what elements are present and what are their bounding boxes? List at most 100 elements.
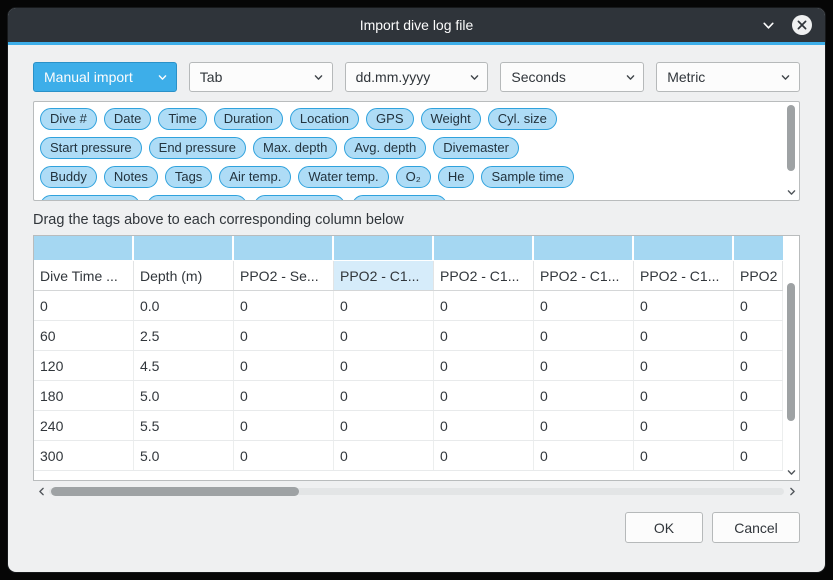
table-cell: 0.0	[134, 291, 234, 320]
table-row[interactable]: 2405.5000000	[34, 411, 783, 441]
table-cell: 0	[734, 321, 783, 350]
scrollbar-track[interactable]	[784, 237, 798, 465]
tag-dive[interactable]: Dive #	[40, 108, 97, 130]
combo-dd-mm-yyyy[interactable]: dd.mm.yyyy	[345, 62, 489, 92]
tag-sample-depth[interactable]: Sample depth	[40, 195, 140, 200]
tag-avg-depth[interactable]: Avg. depth	[344, 137, 426, 159]
tag-weight[interactable]: Weight	[421, 108, 481, 130]
table-cell: 0	[34, 291, 134, 320]
tag-o[interactable]: O₂	[396, 166, 431, 188]
scrollbar-thumb[interactable]	[787, 283, 795, 421]
column-header[interactable]: PPO2 - C1...	[634, 261, 734, 290]
tag-max-depth[interactable]: Max. depth	[253, 137, 337, 159]
table-cell: 0	[734, 441, 783, 470]
tag-tags[interactable]: Tags	[165, 166, 212, 188]
scroll-down-icon[interactable]	[784, 185, 798, 199]
drop-target-cell[interactable]	[34, 236, 134, 260]
close-button[interactable]	[791, 14, 813, 36]
tag-sample-po[interactable]: Sample pO₂	[254, 195, 344, 200]
tag-buddy[interactable]: Buddy	[40, 166, 97, 188]
window-title: Import dive log file	[360, 17, 474, 33]
tag-sample-time[interactable]: Sample time	[481, 166, 573, 188]
import-dialog: Import dive log file Manual import Tab dd.…	[8, 8, 825, 572]
table-scrollbar-horizontal[interactable]	[33, 484, 800, 499]
titlebar-buttons	[757, 8, 813, 42]
column-header[interactable]: PPO2 - C1...	[534, 261, 634, 290]
scroll-left-icon[interactable]	[33, 484, 49, 499]
column-header[interactable]: Dive Time ...	[34, 261, 134, 290]
combo-manual-import[interactable]: Manual import	[33, 62, 177, 92]
import-preview-table: Dive Time ...Depth (m)PPO2 - Se...PPO2 -…	[33, 235, 800, 481]
table-row[interactable]: 1204.5000000	[34, 351, 783, 381]
table-cell: 0	[534, 321, 634, 350]
scroll-right-icon[interactable]	[784, 484, 800, 499]
tag-date[interactable]: Date	[104, 108, 151, 130]
table-row[interactable]: 1805.0000000	[34, 381, 783, 411]
scrollbar-thumb[interactable]	[51, 487, 299, 496]
shade-button[interactable]	[757, 14, 779, 36]
combo-tab[interactable]: Tab	[189, 62, 333, 92]
chevron-down-icon	[150, 72, 176, 83]
table-cell: 0	[334, 291, 434, 320]
titlebar[interactable]: Import dive log file	[8, 8, 825, 42]
table-cell: 0	[434, 381, 534, 410]
tag-list: Dive # Date Time Duration Location GPS Weight C…	[34, 102, 783, 200]
tag-location[interactable]: Location	[290, 108, 359, 130]
table-row[interactable]: 602.5000000	[34, 321, 783, 351]
drop-target-cell[interactable]	[534, 236, 634, 260]
drop-target-cell[interactable]	[334, 236, 434, 260]
tag-duration[interactable]: Duration	[214, 108, 283, 130]
tag-end-pressure[interactable]: End pressure	[149, 137, 246, 159]
tag-start-pressure[interactable]: Start pressure	[40, 137, 142, 159]
drop-target-cell[interactable]	[634, 236, 734, 260]
table-cell: 0	[634, 381, 734, 410]
cancel-button[interactable]: Cancel	[712, 512, 800, 543]
drop-target-cell[interactable]	[434, 236, 534, 260]
tag-sample-temp[interactable]: Sample temp.	[147, 195, 247, 200]
table-cell: 0	[634, 291, 734, 320]
drop-target-cell[interactable]	[234, 236, 334, 260]
combo-value: dd.mm.yyyy	[346, 69, 462, 85]
tag-row: Dive # Date Time Duration Location GPS Weight C…	[40, 108, 779, 130]
table-cell: 0	[734, 291, 783, 320]
table-cell: 0	[234, 291, 334, 320]
tag-water-temp[interactable]: Water temp.	[298, 166, 388, 188]
table-cell: 0	[334, 351, 434, 380]
table-cell: 240	[34, 411, 134, 440]
tag-cyl-size[interactable]: Cyl. size	[488, 108, 557, 130]
column-header[interactable]: PPO2 - C1...	[334, 261, 434, 290]
column-header[interactable]: PPO2	[734, 261, 783, 290]
table-cell: 0	[534, 291, 634, 320]
scrollbar-track[interactable]	[49, 484, 784, 499]
table-scrollbar-vertical[interactable]	[784, 237, 798, 479]
table-cell: 0	[634, 321, 734, 350]
table-cell: 0	[434, 411, 534, 440]
combo-metric[interactable]: Metric	[656, 62, 800, 92]
table-row[interactable]: 00.0000000	[34, 291, 783, 321]
tag-time[interactable]: Time	[158, 108, 206, 130]
table-cell: 0	[734, 411, 783, 440]
scrollbar-thumb[interactable]	[787, 105, 795, 171]
table-row[interactable]: 3005.0000000	[34, 441, 783, 471]
table-cell: 0	[434, 321, 534, 350]
tag-row: Buddy Notes Tags Air temp. Water temp. O₂ He Sa…	[40, 166, 779, 188]
table-cell: 5.0	[134, 441, 234, 470]
tag-divemaster[interactable]: Divemaster	[433, 137, 519, 159]
tag-sample-cns[interactable]: Sample CNS	[352, 195, 447, 200]
tag-he[interactable]: He	[438, 166, 475, 188]
combo-seconds[interactable]: Seconds	[500, 62, 644, 92]
tag-gps[interactable]: GPS	[366, 108, 413, 130]
table-cell: 0	[534, 351, 634, 380]
column-header[interactable]: PPO2 - Se...	[234, 261, 334, 290]
table-cell: 4.5	[134, 351, 234, 380]
tagpool-scrollbar[interactable]	[784, 103, 798, 199]
drop-target-cell[interactable]	[734, 236, 783, 260]
scroll-down-icon[interactable]	[784, 465, 798, 479]
scrollbar-track[interactable]	[784, 103, 798, 185]
tag-notes[interactable]: Notes	[104, 166, 158, 188]
ok-button[interactable]: OK	[625, 512, 703, 543]
column-header[interactable]: PPO2 - C1...	[434, 261, 534, 290]
drop-target-cell[interactable]	[134, 236, 234, 260]
column-header[interactable]: Depth (m)	[134, 261, 234, 290]
tag-air-temp[interactable]: Air temp.	[219, 166, 291, 188]
